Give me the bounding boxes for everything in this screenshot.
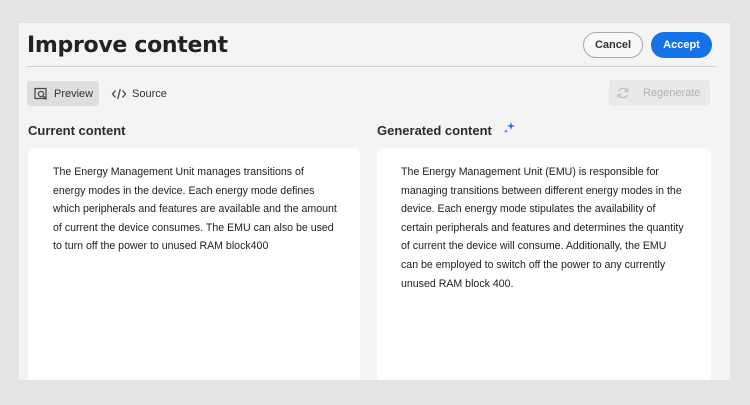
improve-content-dialog: Improve content Cancel Accept Preview So…: [19, 23, 730, 380]
preview-icon: [33, 86, 49, 102]
generated-content-panel: The Energy Management Unit (EMU) is resp…: [377, 148, 711, 380]
sparkle-icon: [502, 121, 516, 135]
current-content-text: The Energy Management Unit manages trans…: [53, 166, 337, 253]
current-content-heading-label: Current content: [28, 123, 126, 138]
current-content-heading: Current content: [28, 123, 126, 138]
tab-source-label: Source: [132, 87, 167, 100]
header-divider: [27, 66, 716, 67]
regenerate-button[interactable]: Regenerate: [609, 80, 710, 106]
generated-content-text: The Energy Management Unit (EMU) is resp…: [401, 166, 684, 290]
tab-source[interactable]: Source: [111, 81, 181, 106]
cancel-button[interactable]: Cancel: [583, 32, 643, 58]
refresh-icon: [615, 85, 631, 101]
dialog-title: Improve content: [27, 33, 228, 58]
code-icon: [111, 86, 127, 102]
generated-content-heading: Generated content: [377, 121, 516, 138]
current-content-panel: The Energy Management Unit manages trans…: [28, 148, 360, 380]
tab-preview[interactable]: Preview: [27, 81, 99, 106]
accept-button[interactable]: Accept: [651, 32, 712, 58]
generated-content-heading-label: Generated content: [377, 123, 492, 138]
tab-preview-label: Preview: [54, 87, 94, 100]
regenerate-label: Regenerate: [643, 87, 701, 99]
